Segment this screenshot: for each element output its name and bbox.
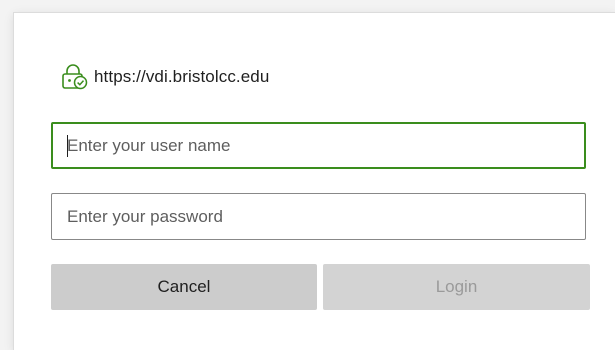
username-input[interactable]: [51, 122, 586, 169]
password-input[interactable]: [51, 193, 586, 240]
login-button[interactable]: Login: [323, 264, 590, 310]
site-url: https://vdi.bristolcc.edu: [94, 67, 270, 86]
text-cursor: [67, 135, 68, 157]
site-url-row: https://vdi.bristolcc.edu: [60, 64, 269, 90]
cancel-button[interactable]: Cancel: [51, 264, 317, 310]
lock-check-icon: [60, 64, 90, 90]
login-dialog: https://vdi.bristolcc.edu Cancel Login: [14, 13, 615, 350]
